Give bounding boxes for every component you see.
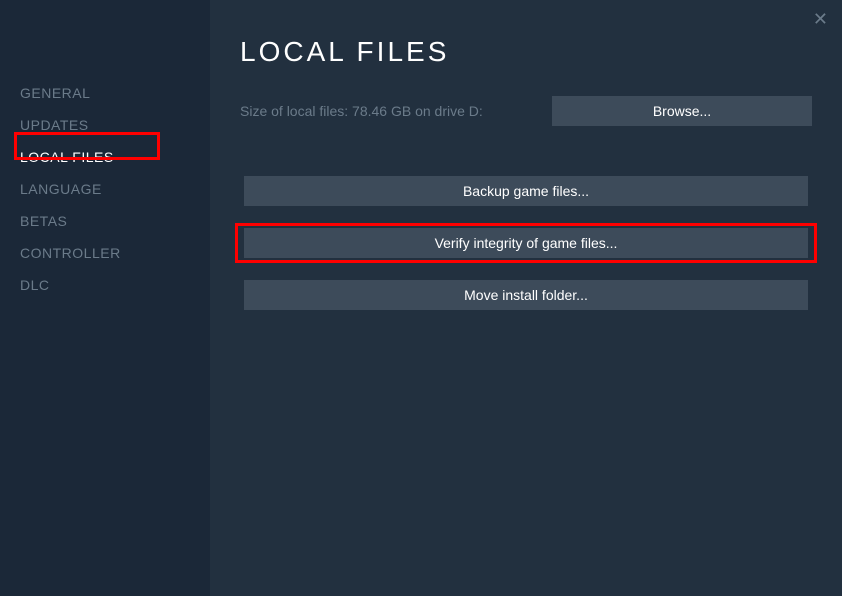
sidebar-item-updates[interactable]: UPDATES xyxy=(20,109,89,141)
sidebar-nav: GENERAL UPDATES LOCAL FILES LANGUAGE BET… xyxy=(0,0,210,596)
sidebar-item-betas[interactable]: BETAS xyxy=(20,205,67,237)
sidebar-item-general[interactable]: GENERAL xyxy=(20,77,90,109)
page-title: LOCAL FILES xyxy=(240,36,812,68)
properties-dialog: GENERAL UPDATES LOCAL FILES LANGUAGE BET… xyxy=(0,0,842,596)
sidebar-item-local-files[interactable]: LOCAL FILES xyxy=(20,141,114,173)
sidebar-item-controller[interactable]: CONTROLLER xyxy=(20,237,121,269)
browse-button[interactable]: Browse... xyxy=(552,96,812,126)
sidebar-item-language[interactable]: LANGUAGE xyxy=(20,173,102,205)
close-icon[interactable]: ✕ xyxy=(813,10,828,28)
backup-button-wrapper: Backup game files... xyxy=(240,176,812,206)
sidebar-item-dlc[interactable]: DLC xyxy=(20,269,50,301)
size-info-row: Size of local files: 78.46 GB on drive D… xyxy=(240,96,812,126)
verify-button-wrapper: Verify integrity of game files... xyxy=(240,228,812,258)
size-info-text: Size of local files: 78.46 GB on drive D… xyxy=(240,103,483,119)
verify-integrity-button[interactable]: Verify integrity of game files... xyxy=(244,228,808,258)
main-panel: ✕ LOCAL FILES Size of local files: 78.46… xyxy=(210,0,842,596)
backup-game-files-button[interactable]: Backup game files... xyxy=(244,176,808,206)
move-install-folder-button[interactable]: Move install folder... xyxy=(244,280,808,310)
move-button-wrapper: Move install folder... xyxy=(240,280,812,310)
